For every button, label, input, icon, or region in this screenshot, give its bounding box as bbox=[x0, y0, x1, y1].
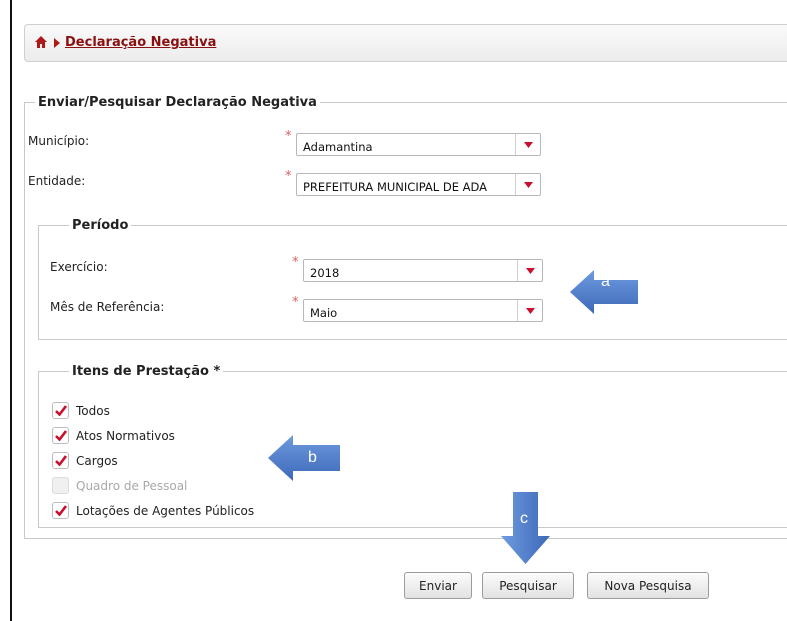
checkmark-icon bbox=[55, 455, 67, 466]
exercicio-select-value: 2018 bbox=[310, 266, 340, 280]
checkmark-icon bbox=[55, 505, 67, 516]
checkbox-label-lotacoes: Lotações de Agentes Públicos bbox=[76, 504, 255, 518]
mes-referencia-dropdown-button[interactable] bbox=[517, 300, 542, 321]
checkbox-label-atos-normativos: Atos Normativos bbox=[76, 429, 175, 443]
entidade-label: Entidade: bbox=[28, 174, 86, 188]
callout-a-arrow-icon: a bbox=[568, 268, 640, 316]
municipio-required-mark: * bbox=[285, 129, 292, 144]
entidade-dropdown-button[interactable] bbox=[515, 174, 540, 195]
chevron-right-icon bbox=[53, 37, 61, 48]
callout-b-label: b bbox=[308, 449, 317, 466]
chevron-down-icon bbox=[526, 308, 535, 314]
callout-c-arrow-icon: c bbox=[500, 492, 552, 566]
checkbox-cargos[interactable] bbox=[52, 452, 69, 469]
checkbox-quadro-pessoal bbox=[52, 477, 69, 494]
checkbox-lotacoes[interactable] bbox=[52, 502, 69, 519]
entidade-select[interactable]: PREFEITURA MUNICIPAL DE ADA bbox=[296, 173, 541, 196]
checkbox-label-todos: Todos bbox=[76, 404, 110, 418]
checkmark-icon bbox=[55, 430, 67, 441]
itens-prestacao-legend: Itens de Prestação * bbox=[72, 364, 221, 379]
municipio-select[interactable]: Adamantina bbox=[296, 133, 541, 156]
chevron-down-icon bbox=[526, 268, 535, 274]
checkbox-atos-normativos[interactable] bbox=[52, 427, 69, 444]
callout-b-arrow-icon: b bbox=[266, 433, 342, 483]
exercicio-select[interactable]: 2018 bbox=[303, 259, 543, 282]
municipio-label: Município: bbox=[28, 134, 90, 148]
breadcrumb: Declaração Negativa bbox=[24, 24, 787, 62]
nova-pesquisa-button[interactable]: Nova Pesquisa bbox=[587, 572, 709, 599]
exercicio-label: Exercício: bbox=[50, 260, 108, 274]
exercicio-required-mark: * bbox=[292, 255, 299, 270]
mes-referencia-select-value: Maio bbox=[310, 306, 338, 320]
breadcrumb-link-declaracao-negativa[interactable]: Declaração Negativa bbox=[65, 35, 216, 50]
mes-referencia-required-mark: * bbox=[292, 295, 299, 310]
form-legend: Enviar/Pesquisar Declaração Negativa bbox=[38, 95, 317, 110]
municipio-select-value: Adamantina bbox=[303, 140, 373, 154]
callout-a-label: a bbox=[601, 273, 610, 290]
checkbox-label-quadro-pessoal: Quadro de Pessoal bbox=[76, 479, 188, 493]
entidade-required-mark: * bbox=[285, 169, 292, 184]
exercicio-dropdown-button[interactable] bbox=[517, 260, 542, 281]
chevron-down-icon bbox=[524, 182, 533, 188]
checkmark-icon bbox=[55, 405, 67, 416]
pesquisar-button[interactable]: Pesquisar bbox=[482, 572, 574, 599]
municipio-dropdown-button[interactable] bbox=[515, 134, 540, 155]
checkbox-label-cargos: Cargos bbox=[76, 454, 118, 468]
entidade-select-value: PREFEITURA MUNICIPAL DE ADA bbox=[303, 180, 487, 194]
checkbox-todos[interactable] bbox=[52, 402, 69, 419]
callout-c-label: c bbox=[520, 510, 528, 527]
mes-referencia-select[interactable]: Maio bbox=[303, 299, 543, 322]
mes-referencia-label: Mês de Referência: bbox=[50, 300, 165, 314]
home-icon[interactable] bbox=[34, 35, 48, 49]
periodo-legend: Período bbox=[72, 218, 129, 233]
chevron-down-icon bbox=[524, 142, 533, 148]
enviar-button[interactable]: Enviar bbox=[404, 572, 472, 599]
